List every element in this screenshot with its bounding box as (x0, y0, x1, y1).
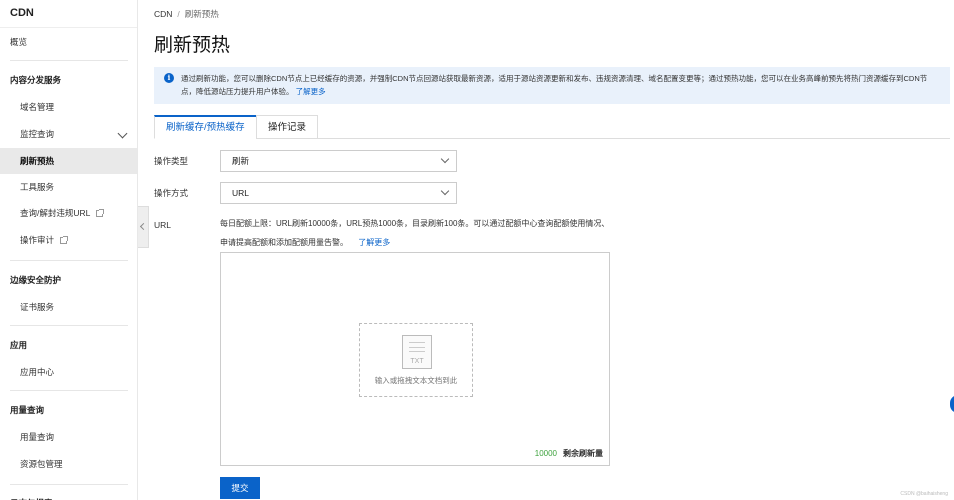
tab-refresh-cache[interactable]: 刷新缓存/预热缓存 (154, 115, 257, 139)
sidebar-title: CDN (0, 0, 137, 28)
url-quota-hint: 每日配额上限：URL刷新10000条，URL预热1000条，目录刷新100条。可… (220, 214, 610, 252)
sidebar-item-package[interactable]: 资源包管理 (0, 451, 137, 477)
sidebar-item-domain[interactable]: 域名管理 (0, 94, 137, 120)
tab-bar: 刷新缓存/预热缓存 操作记录 (154, 115, 950, 139)
txt-file-lines (409, 342, 425, 352)
sidebar-divider (10, 60, 128, 61)
remaining-count: 10000 (534, 449, 557, 458)
external-link-icon (60, 236, 69, 245)
notice-text: 通过刷新功能，您可以删除CDN节点上已经缓存的资源，并强制CDN节点回源站获取最… (181, 74, 928, 96)
sidebar-item-cert[interactable]: 证书服务 (0, 294, 137, 320)
sidebar: CDN 概览 内容分发服务 域名管理 监控查询 刷新预热 工具服务 查询/解封违… (0, 0, 138, 500)
breadcrumb-root[interactable]: CDN (154, 9, 172, 19)
txt-file-label: TXT (410, 358, 424, 365)
sidebar-item-refresh[interactable]: 刷新预热 (0, 148, 137, 174)
info-notice: i 通过刷新功能，您可以删除CDN节点上已经缓存的资源，并强制CDN节点回源站获… (154, 67, 950, 104)
sidebar-item-block-url[interactable]: 查询/解封违规URL (0, 200, 137, 226)
url-hint-text: 每日配额上限：URL刷新10000条，URL预热1000条，目录刷新100条。可… (220, 219, 610, 247)
op-mode-label: 操作方式 (154, 188, 189, 198)
breadcrumb: CDN / 刷新预热 (154, 8, 219, 20)
chevron-down-icon[interactable] (117, 128, 128, 139)
sidebar-item-audit[interactable]: 操作审计 (0, 227, 137, 253)
watermark: CSDN @baihaisheng (900, 491, 948, 497)
url-textarea[interactable]: TXT 输入或拖拽文本文档到此 10000 剩余刷新量 (220, 252, 610, 466)
remaining-quota: 10000 剩余刷新量 (535, 448, 603, 459)
chevron-down-icon (440, 186, 450, 196)
dropzone-text: 输入或拖拽文本文档到此 (374, 376, 458, 385)
chevron-down-icon (440, 154, 450, 164)
main-content: CDN / 刷新预热 刷新预热 i 通过刷新功能，您可以删除CDN节点上已经缓存的资… (154, 0, 954, 500)
sidebar-item-usage[interactable]: 用量查询 (0, 424, 137, 450)
sidebar-group-usage: 用量查询 (10, 405, 45, 415)
sidebar-item-label: 监控查询 (20, 129, 55, 139)
sidebar-item-tools[interactable]: 工具服务 (0, 174, 137, 200)
op-mode-select[interactable]: URL (220, 182, 457, 204)
sidebar-group-edge: 边缘安全防护 (10, 275, 62, 285)
txt-file-icon: TXT (402, 335, 432, 369)
url-label: URL (154, 220, 172, 230)
sidebar-item-label: 操作审计 (20, 235, 55, 245)
external-link-icon (96, 209, 105, 218)
sidebar-group-log: 日志与报表 (0, 490, 137, 500)
sidebar-divider (10, 325, 128, 326)
remaining-label: 剩余刷新量 (563, 449, 603, 458)
sidebar-divider (10, 260, 128, 261)
breadcrumb-separator: / (177, 9, 180, 19)
page-title: 刷新预热 (154, 35, 231, 56)
sidebar-group-content: 内容分发服务 (10, 75, 62, 85)
tab-operation-history[interactable]: 操作记录 (256, 115, 319, 139)
op-type-select[interactable]: 刷新 (220, 150, 457, 172)
sidebar-divider (10, 484, 128, 485)
sidebar-item-monitor[interactable]: 监控查询 (0, 121, 137, 147)
op-type-label: 操作类型 (154, 156, 189, 166)
sidebar-collapse-button[interactable] (138, 206, 149, 248)
submit-button[interactable]: 提交 (220, 477, 260, 499)
sidebar-item-label: 查询/解封违规URL (20, 208, 91, 218)
breadcrumb-current: 刷新预热 (184, 9, 219, 19)
sidebar-divider (10, 390, 128, 391)
op-mode-value: URL (232, 188, 250, 198)
info-icon: i (164, 73, 174, 83)
sidebar-item-appcenter[interactable]: 应用中心 (0, 359, 137, 385)
sidebar-item-overview[interactable]: 概览 (0, 29, 137, 55)
op-type-value: 刷新 (232, 156, 250, 166)
notice-learn-more-link[interactable]: 了解更多 (296, 87, 326, 96)
file-dropzone[interactable]: TXT 输入或拖拽文本文档到此 (359, 323, 473, 397)
sidebar-group-app: 应用 (10, 340, 28, 350)
url-learn-more-link[interactable]: 了解更多 (358, 238, 390, 247)
